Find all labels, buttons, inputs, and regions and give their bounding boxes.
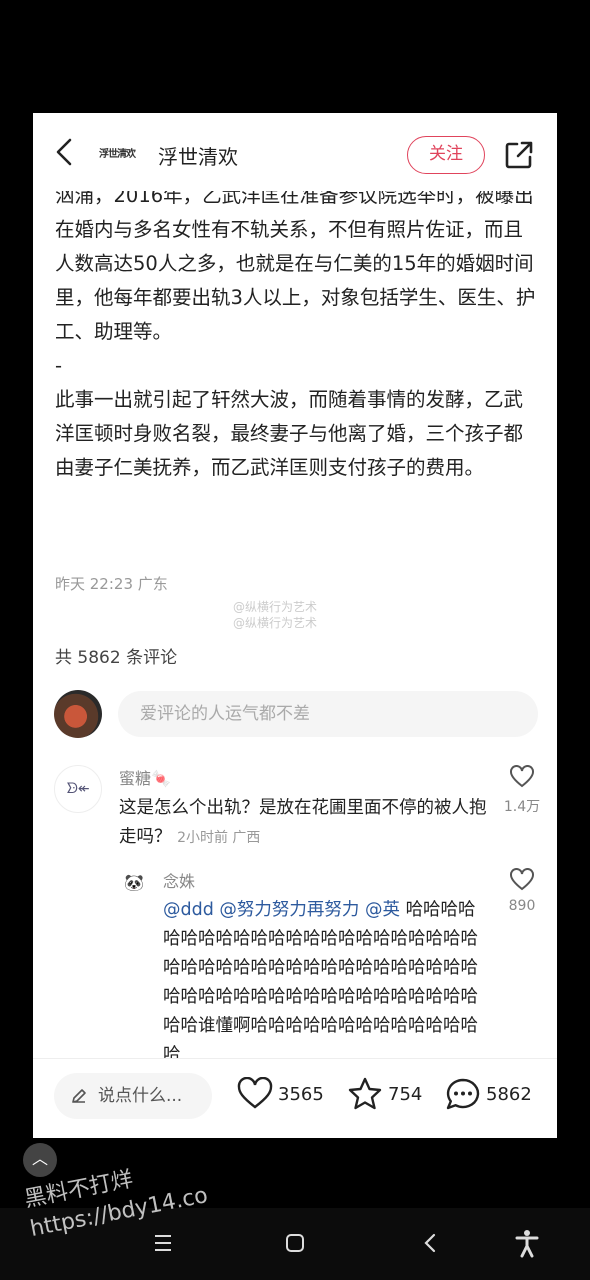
star-icon xyxy=(348,1077,382,1110)
comments-header: 共 5862 条评论 xyxy=(55,648,178,668)
say-placeholder: 说点什么... xyxy=(98,1086,183,1106)
like-button[interactable]: 3565 xyxy=(237,1077,329,1113)
commenter-avatar[interactable]: 🐼 xyxy=(119,868,149,898)
weibo-watermark: @纵横行为艺术 @纵横行为艺术 xyxy=(233,599,317,631)
heart-icon[interactable] xyxy=(507,868,537,896)
follow-button[interactable]: 关注 xyxy=(407,136,485,174)
home-square-icon[interactable] xyxy=(280,1228,310,1258)
bottom-action-bar: 说点什么... 3565 754 5862 xyxy=(33,1058,557,1138)
post-body: 这件事的背后，也是暗流 汹涌，2016年，乙武洋匡在准备参议院选举时，被曝出在婚… xyxy=(55,171,541,485)
post-paragraph: 此事一出就引起了轩然大波，而随着事情的发酵，乙武洋匡顿时身败名裂，最终妻子与他离… xyxy=(55,388,524,479)
post-timestamp: 昨天 22:23 广东 xyxy=(55,575,168,593)
comment-body: 哈哈哈哈哈哈哈哈哈哈哈哈哈哈哈哈哈哈哈哈哈哈哈哈哈哈哈哈哈哈哈哈哈哈哈哈哈哈哈哈… xyxy=(163,900,478,1058)
mention-link[interactable]: @英 xyxy=(365,900,400,920)
mention-link[interactable]: @ddd xyxy=(163,900,214,920)
accessibility-icon[interactable] xyxy=(512,1228,542,1258)
say-something-input[interactable]: 说点什么... xyxy=(54,1073,212,1119)
watermark-line: @纵横行为艺术 xyxy=(233,616,318,630)
chevron-up-icon[interactable]: ︿ xyxy=(23,1143,57,1177)
comment-count: 5862 xyxy=(486,1084,532,1105)
pencil-icon xyxy=(72,1089,86,1103)
watermark-line: @纵横行为艺术 xyxy=(233,600,318,614)
commenter-name[interactable]: 蜜糖🍬 xyxy=(119,765,171,789)
menu-icon[interactable] xyxy=(148,1228,178,1258)
post-card: 浮世清欢 浮世清欢 关注 这件事的背后，也是暗流 汹涌，2016年，乙武洋匡在准… xyxy=(33,113,557,1138)
comment-button[interactable]: 5862 xyxy=(445,1077,537,1113)
mention-link[interactable]: @努力努力再努力 xyxy=(219,900,359,920)
favorite-count: 754 xyxy=(388,1084,423,1105)
comment-like-count: 890 xyxy=(508,898,536,914)
top-bar: 浮世清欢 浮世清欢 关注 xyxy=(33,113,557,191)
back-arrow-icon[interactable] xyxy=(53,137,79,167)
comment-like-count: 1.4万 xyxy=(503,799,541,815)
author-name[interactable]: 浮世清欢 xyxy=(158,141,238,170)
share-icon[interactable] xyxy=(503,139,535,171)
heart-icon xyxy=(237,1077,273,1109)
comment-meta: 2小时前 广西 xyxy=(177,830,261,846)
like-count: 3565 xyxy=(278,1084,324,1105)
comment-body: 这是怎么个出轨？是放在花圃里面不停的被人抱走吗？ xyxy=(119,798,487,847)
commenter-name[interactable]: 念姝 xyxy=(163,868,195,892)
chat-bubble-icon xyxy=(446,1078,480,1110)
back-triangle-icon[interactable] xyxy=(415,1228,445,1258)
comment-input[interactable]: 爱评论的人运气都不差 xyxy=(118,691,538,737)
post-separator: - xyxy=(55,354,63,377)
post-paragraph: 汹涌，2016年，乙武洋匡在准备参议院选举时，被曝出在婚内与多名女性有不轨关系，… xyxy=(55,184,536,343)
avatar[interactable] xyxy=(54,690,102,738)
author-logo[interactable]: 浮世清欢 xyxy=(99,145,139,161)
heart-icon[interactable] xyxy=(507,765,537,793)
comment-text[interactable]: 这是怎么个出轨？是放在花圃里面不停的被人抱走吗？ 2小时前 广西 xyxy=(119,794,489,853)
comment-text[interactable]: @ddd @努力努力再努力 @英 哈哈哈哈哈哈哈哈哈哈哈哈哈哈哈哈哈哈哈哈哈哈哈… xyxy=(163,896,493,1058)
commenter-avatar[interactable]: ᗦ↞ xyxy=(54,765,102,813)
favorite-button[interactable]: 754 xyxy=(347,1077,427,1113)
